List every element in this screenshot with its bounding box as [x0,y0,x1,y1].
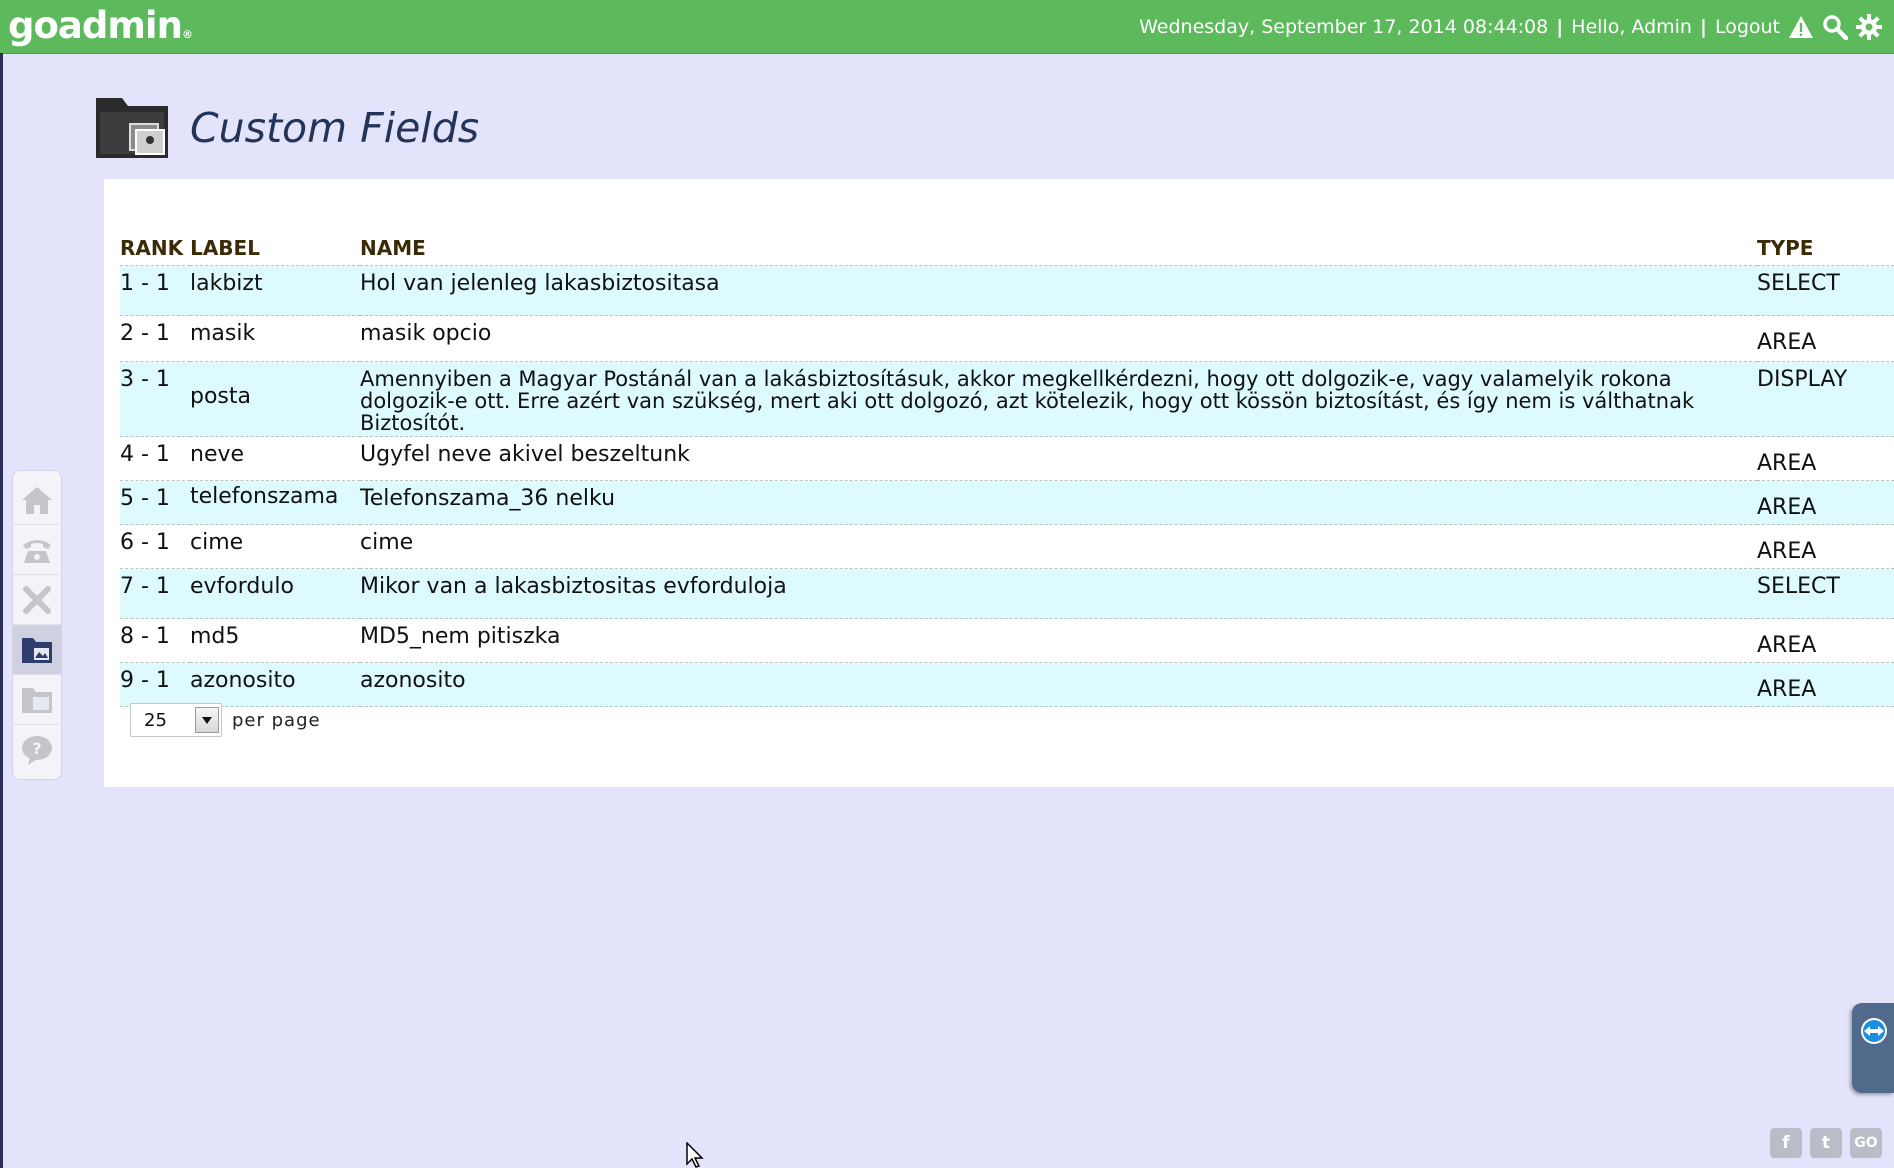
label-cell[interactable]: masik [190,315,360,362]
top-bar: goadmin® Wednesday, September 17, 2014 0… [0,0,1894,54]
datetime-text: Wednesday, September 17, 2014 08:44:08 [1139,15,1549,38]
table-row[interactable]: 5 - 1 telefonszama Telefonszama_36 nelku… [120,480,1894,525]
label-cell[interactable]: cime [190,524,360,569]
top-right-area: Wednesday, September 17, 2014 08:44:08 |… [1139,0,1882,53]
type-cell: SELECT [1757,265,1894,316]
type-cell: AREA [1757,315,1894,362]
label-cell[interactable]: neve [190,436,360,481]
table-row[interactable]: 4 - 1 neve Ugyfel neve akivel beszeltunk… [120,436,1894,481]
rank-cell: 1 - 1 [120,265,190,316]
table-row[interactable]: 9 - 1 azonosito azonosito AREA [120,662,1894,707]
type-cell: AREA [1757,480,1894,525]
home-icon [22,486,52,514]
rank-label-header[interactable]: RANK LABEL [120,233,360,266]
greeting-text: Hello, Admin [1571,15,1692,38]
label-cell[interactable]: md5 [190,618,360,663]
name-cell: MD5_nem pitiszka [360,618,1757,663]
rank-cell: 7 - 1 [120,568,190,619]
window-left-edge [0,53,3,1168]
name-cell: azonosito [360,662,1757,707]
pagination-controls: 25 per page [130,703,321,737]
nav-tools[interactable] [13,575,61,625]
facebook-icon[interactable]: f [1770,1128,1802,1158]
name-header[interactable]: NAME [360,233,1757,266]
rank-cell: 3 - 1 [120,361,190,437]
label-cell[interactable]: azonosito [190,662,360,707]
rank-cell: 9 - 1 [120,662,190,707]
logout-link[interactable]: Logout [1715,16,1780,38]
svg-text:?: ? [32,739,41,758]
rank-cell: 6 - 1 [120,524,190,569]
label-cell[interactable]: telefonszama [190,480,360,525]
rank-cell: 4 - 1 [120,436,190,481]
nav-phone[interactable] [13,525,61,575]
table-row[interactable]: 8 - 1 md5 MD5_nem pitiszka AREA [120,618,1894,663]
alert-icon[interactable] [1788,14,1814,40]
rank-cell: 2 - 1 [120,315,190,362]
label-cell[interactable]: lakbizt [190,265,360,316]
folder-icon [22,637,52,663]
twitter-icon[interactable]: t [1810,1128,1842,1158]
goadmin-logo[interactable]: goadmin® [8,4,193,47]
name-cell: Amennyiben a Magyar Postánál van a lakás… [360,361,1757,437]
type-cell: DISPLAY [1757,361,1894,437]
type-cell: AREA [1757,436,1894,481]
side-navigation: ? [12,470,62,780]
name-cell: Mikor van a lakasbiztositas evforduloja [360,568,1757,619]
mouse-cursor-icon [686,1142,704,1168]
help-icon: ? [22,736,52,765]
name-cell: Hol van jelenleg lakasbiztositasa [360,265,1757,316]
name-cell: masik opcio [360,315,1757,362]
table-header-row: RANK LABEL NAME TYPE [120,233,1894,266]
rank-cell: 5 - 1 [120,480,190,525]
name-cell: Telefonszama_36 nelku [360,480,1757,525]
gear-icon[interactable] [1856,13,1882,40]
phone-icon [23,539,51,563]
per-page-value: 25 [144,710,167,731]
table-row[interactable]: 1 - 1 lakbizt Hol van jelenleg lakasbizt… [120,265,1894,316]
type-cell: AREA [1757,618,1894,663]
teamviewer-icon [1861,1018,1887,1044]
remote-support-tab[interactable] [1852,1003,1894,1093]
separator: | [1556,15,1564,38]
nav-home[interactable] [13,475,61,525]
page-header: Custom Fields [94,92,479,164]
table-row[interactable]: 7 - 1 evfordulo Mikor van a lakasbiztosi… [120,568,1894,619]
name-cell: cime [360,524,1757,569]
separator: | [1699,15,1707,38]
label-cell[interactable]: posta [190,361,360,437]
type-cell: AREA [1757,662,1894,707]
page-title: Custom Fields [190,104,480,152]
search-icon[interactable] [1822,14,1848,40]
folder-icon [96,98,168,158]
table-row[interactable]: 2 - 1 masik masik opcio AREA [120,315,1894,362]
per-page-select[interactable]: 25 [130,703,222,737]
name-cell: Ugyfel neve akivel beszeltunk [360,436,1757,481]
chevron-down-icon[interactable] [195,707,219,733]
go-icon[interactable]: GO [1850,1128,1882,1158]
nav-reports[interactable] [13,675,61,725]
report-icon [22,687,52,713]
table-row[interactable]: 3 - 1 posta Amennyiben a Magyar Postánál… [120,361,1894,437]
custom-fields-table: RANK LABEL NAME TYPE 1 - 1 lakbizt Hol v… [120,233,1894,707]
social-links: f t GO [1770,1128,1882,1158]
label-cell[interactable]: evfordulo [190,568,360,619]
per-page-label: per page [232,709,321,731]
table-row[interactable]: 6 - 1 cime cime AREA [120,524,1894,569]
nav-custom-fields[interactable] [13,625,61,675]
nav-help[interactable]: ? [13,725,61,775]
custom-fields-panel: RANK LABEL NAME TYPE 1 - 1 lakbizt Hol v… [104,179,1894,787]
type-cell: SELECT [1757,568,1894,619]
type-cell: AREA [1757,524,1894,569]
tools-icon [23,585,51,614]
rank-cell: 8 - 1 [120,618,190,663]
type-header[interactable]: TYPE [1757,233,1894,266]
